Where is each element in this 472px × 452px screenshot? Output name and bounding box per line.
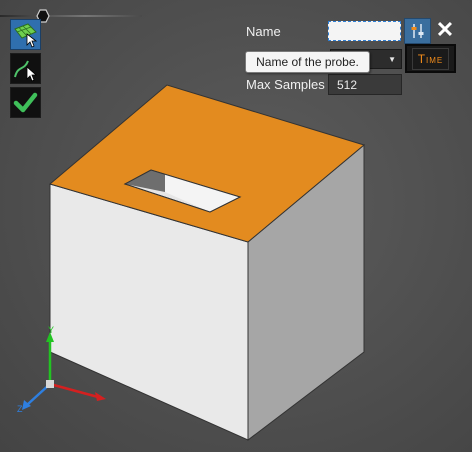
pick-probe-button[interactable]: [404, 18, 431, 44]
time-button[interactable]: Time: [405, 44, 456, 73]
chevron-down-icon: ▼: [388, 54, 396, 64]
time-button-label: Time: [411, 47, 450, 70]
tooltip: Name of the probe.: [245, 51, 370, 73]
name-input[interactable]: [328, 21, 401, 41]
max-samples-input[interactable]: 512: [328, 74, 402, 95]
picker-icon: [411, 24, 423, 38]
z-axis-label: Z: [17, 404, 23, 414]
y-axis-label: Y: [48, 325, 55, 335]
close-icon[interactable]: ✕: [433, 17, 457, 43]
name-label: Name: [246, 24, 281, 39]
max-samples-label: Max Samples: [246, 77, 325, 92]
